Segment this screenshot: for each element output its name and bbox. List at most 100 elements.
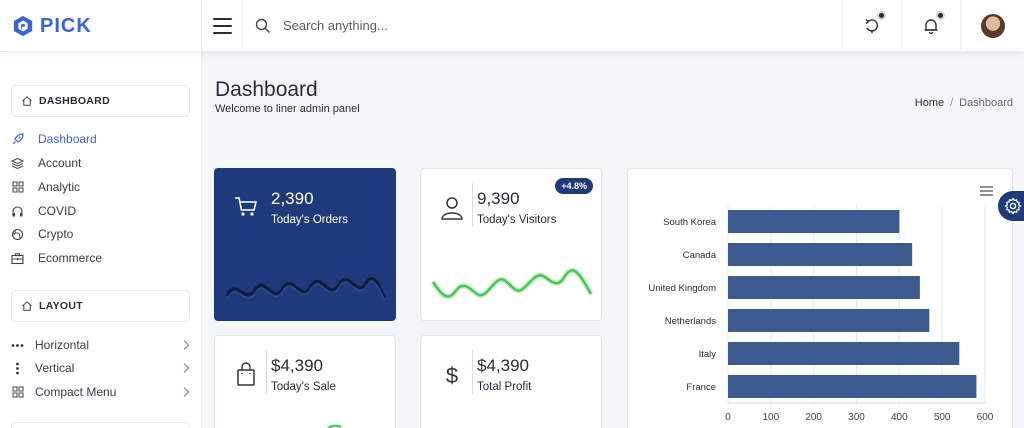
page-subtitle: Welcome to liner admin panel (215, 103, 360, 115)
chevron-right-icon (183, 340, 190, 350)
profit-card[interactable]: $ $4,390 Total Profit (420, 335, 602, 428)
sidebar-item-dashboard[interactable]: Dashboard (11, 129, 190, 149)
orders-card[interactable]: 2,390 Today's Orders (214, 168, 396, 321)
visitors-change-badge: +4.8% (555, 178, 593, 194)
visitors-sparkline (431, 268, 593, 299)
visitors-label: Today's Visitors (477, 214, 557, 226)
sidebar-item-account[interactable]: Account (11, 153, 190, 173)
sidebar-item-analytic[interactable]: Analytic (11, 177, 190, 197)
rocket-icon (11, 132, 24, 146)
orders-sparkline (225, 277, 387, 302)
layout-icon (22, 301, 32, 311)
settings-button[interactable] (998, 191, 1024, 221)
sale-card[interactable]: $4,390 Today's Sale (214, 335, 396, 428)
sidebar-item-label: Analytic (38, 180, 81, 194)
y-category-label: South Korea (663, 217, 717, 228)
top-header: PICK (0, 0, 1024, 52)
sidebar-item-horizontal[interactable]: Horizontal (11, 335, 190, 355)
visitors-value: 9,390 (477, 189, 520, 208)
search-icon (255, 18, 270, 33)
shopping-bag-icon (237, 362, 255, 386)
sidebar-item-label: Account (38, 156, 82, 170)
dots-horizontal-icon (11, 339, 24, 352)
breadcrumb: Home / Dashboard (915, 97, 1013, 109)
avatar[interactable] (980, 14, 1005, 38)
card-divider (472, 350, 473, 394)
x-tick-label: 500 (934, 412, 951, 423)
breadcrumb-home[interactable]: Home (915, 97, 944, 109)
sale-label: Today's Sale (271, 381, 336, 393)
x-tick-label: 300 (848, 412, 865, 423)
menu-toggle-button[interactable] (202, 0, 243, 52)
sync-icon (865, 18, 879, 35)
headphones-icon (11, 205, 24, 218)
briefcase-icon (11, 252, 24, 265)
notification-indicator (936, 11, 945, 20)
svg-text:$: $ (446, 363, 458, 388)
sidebar-item-label: Ecommerce (38, 251, 103, 265)
sidebar-item-label: Crypto (38, 227, 74, 241)
brand-logo-icon (13, 15, 33, 37)
bell-icon (924, 19, 938, 35)
grid-icon (11, 181, 24, 194)
search-bar (243, 0, 842, 51)
card-divider (472, 183, 473, 227)
bar (728, 342, 960, 365)
bar (728, 276, 920, 299)
x-tick-label: 0 (725, 412, 731, 423)
y-category-label: France (686, 382, 716, 393)
breadcrumb-current: Dashboard (959, 97, 1013, 109)
brand[interactable]: PICK (0, 0, 202, 52)
sidebar-section-layout[interactable]: LAYOUT (11, 290, 190, 322)
x-tick-label: 200 (805, 412, 822, 423)
sidebar-item-vertical[interactable]: Vertical (11, 358, 190, 378)
user-menu-button[interactable] (960, 0, 1024, 52)
sidebar-item-label: Compact Menu (35, 385, 117, 399)
profit-value: $4,390 (477, 356, 529, 375)
sidebar-item-label: COVID (38, 204, 77, 218)
home-icon (22, 96, 32, 106)
layers-icon (11, 157, 24, 170)
x-tick-label: 600 (977, 412, 994, 423)
sidebar-item-covid[interactable]: COVID (11, 201, 190, 221)
gear-icon (1004, 197, 1022, 215)
sidebar-item-ecommerce[interactable]: Ecommerce (11, 248, 190, 268)
section-label: DASHBOARD (39, 95, 110, 107)
section-label: LAYOUT (39, 300, 83, 312)
dollar-icon: $ (446, 363, 458, 388)
sale-sparkline (327, 424, 342, 428)
sidebar-item-label: Horizontal (35, 338, 90, 352)
profit-label: Total Profit (477, 381, 532, 393)
y-category-label: Netherlands (665, 316, 716, 327)
bar (728, 309, 930, 332)
chart-menu-icon[interactable] (980, 186, 993, 196)
visitors-card[interactable]: 9,390 Today's Visitors +4.8% (420, 168, 602, 321)
bar (728, 210, 900, 233)
country-bar-chart-card: 0 100 200 300 400 500 600 South Korea Canada Unit… (627, 168, 1013, 428)
bar (728, 375, 977, 398)
sidebar-item-label: Dashboard (38, 132, 97, 146)
sale-value: $4,390 (271, 356, 323, 375)
sync-button[interactable] (842, 0, 901, 52)
page-title: Dashboard (215, 78, 318, 101)
chevron-right-icon (183, 363, 190, 373)
sidebar-section-next (11, 422, 190, 428)
sidebar-item-label: Vertical (35, 361, 75, 375)
card-divider (266, 350, 267, 394)
dots-vertical-icon (11, 362, 24, 375)
y-category-label: Italy (699, 349, 717, 360)
cart-icon (235, 197, 258, 216)
user-icon (441, 197, 463, 220)
x-tick-label: 100 (762, 412, 779, 423)
notifications-button[interactable] (901, 0, 960, 52)
brand-name: PICK (40, 14, 92, 37)
y-category-label: United Kingdom (648, 283, 716, 294)
bar (728, 243, 913, 266)
chevron-right-icon (183, 387, 190, 397)
sidebar-item-crypto[interactable]: Crypto (11, 224, 190, 244)
sidebar-section-dashboard[interactable]: DASHBOARD (11, 85, 190, 117)
menu-icon (212, 18, 232, 20)
country-bar-chart: 0 100 200 300 400 500 600 South Korea Canada Unit… (648, 205, 994, 423)
search-input[interactable] (283, 18, 683, 33)
sidebar-item-compact-menu[interactable]: Compact Menu (11, 382, 190, 402)
